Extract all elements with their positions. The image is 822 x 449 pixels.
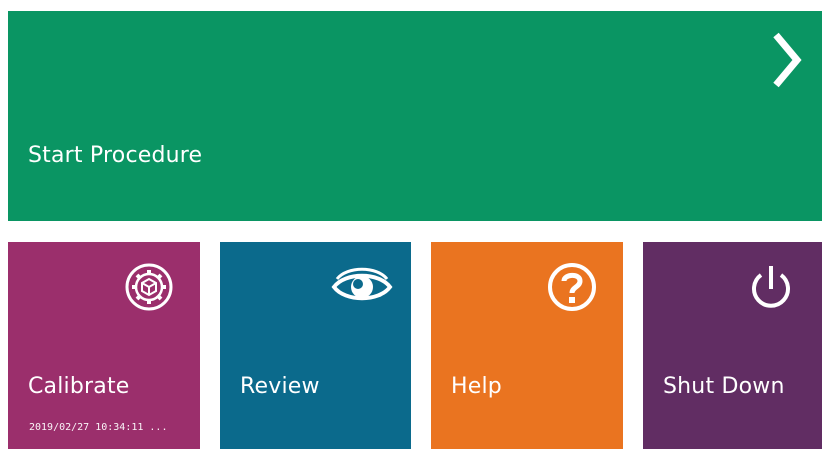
start-procedure-tile[interactable]: Start Procedure <box>8 11 822 221</box>
calibrate-tile[interactable]: Calibrate 2019/02/27 10:34:11 ... <box>8 242 200 449</box>
last-calibration-timestamp: 2019/02/27 10:34:11 ... <box>29 422 168 433</box>
chevron-right-icon <box>773 32 802 88</box>
power-icon <box>752 266 790 308</box>
start-procedure-label: Start Procedure <box>28 143 203 168</box>
help-label: Help <box>451 374 502 399</box>
question-mark-icon <box>548 263 596 311</box>
help-tile[interactable]: Help <box>431 242 623 449</box>
calibrate-label: Calibrate <box>28 374 130 399</box>
calibrate-gear-icon <box>125 263 173 311</box>
shut-down-tile[interactable]: Shut Down <box>643 242 822 449</box>
review-label: Review <box>240 374 320 399</box>
home-screen: Start Procedure Calibrate 2019/02/27 10:… <box>0 0 822 449</box>
eye-icon <box>331 267 393 301</box>
review-tile[interactable]: Review <box>220 242 411 449</box>
shut-down-label: Shut Down <box>663 374 785 399</box>
